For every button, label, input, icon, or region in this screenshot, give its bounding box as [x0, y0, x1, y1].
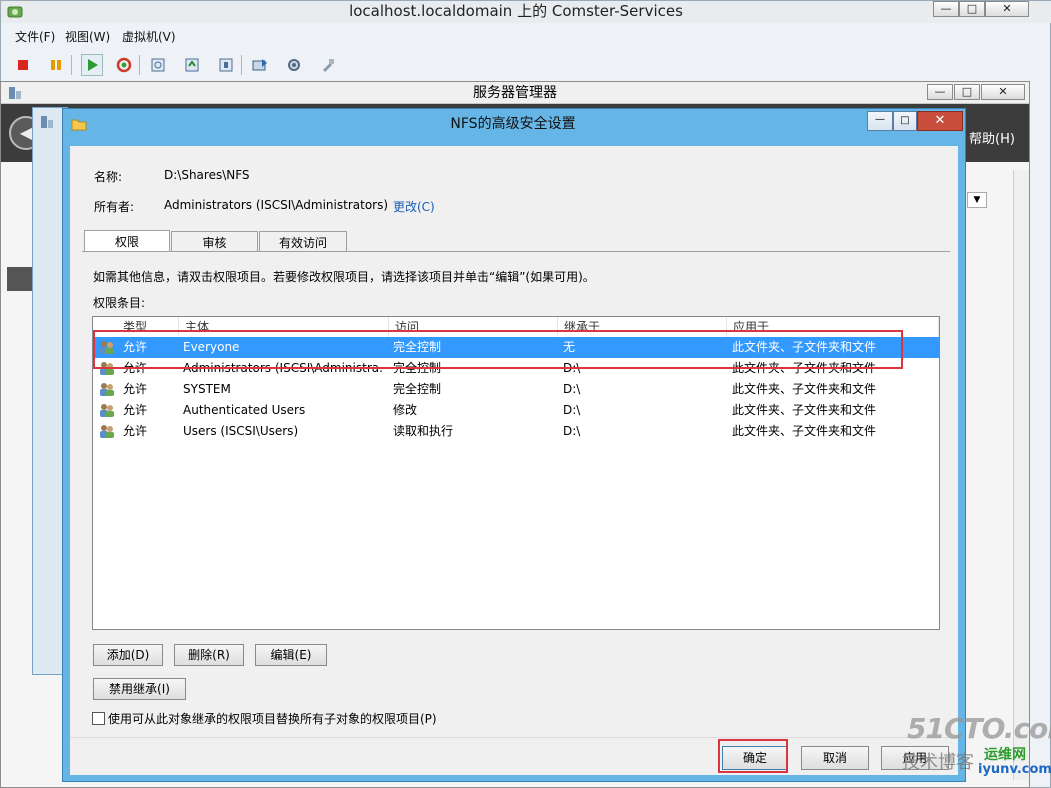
ctrl-alt-del-icon[interactable] [249, 54, 271, 76]
annotation-highlight-ok-button [718, 739, 788, 773]
start-icon[interactable] [81, 54, 103, 76]
watermark: 51CTO.com 技术博客 运维网 iyunv.com [880, 712, 1051, 788]
cell-principal: Users (ISCSI\Users) [183, 424, 299, 438]
watermark-extra2: iyunv.com [978, 762, 1051, 777]
menu-vm[interactable]: 虚拟机(V) [122, 27, 176, 47]
edit-button[interactable]: 编辑(E) [255, 644, 327, 666]
permission-row[interactable]: 允许 Authenticated Users 修改 D:\ 此文件夹、子文件夹和文件 [93, 400, 939, 421]
tab-auditing[interactable]: 审核 [171, 231, 258, 253]
properties-icon [39, 114, 55, 133]
snapshot-icon[interactable] [215, 54, 237, 76]
reset-icon[interactable] [113, 54, 135, 76]
user-group-icon [99, 424, 115, 439]
permission-row[interactable]: 允许 Users (ISCSI\Users) 读取和执行 D:\ 此文件夹、子文件夹和文… [93, 421, 939, 442]
tools-icon[interactable] [317, 54, 339, 76]
chevron-down-icon[interactable]: ▼ [967, 192, 987, 208]
menu-view[interactable]: 视图(W) [65, 27, 110, 47]
permission-row[interactable]: 允许 SYSTEM 完全控制 D:\ 此文件夹、子文件夹和文件 [93, 379, 939, 400]
dialog-client-area: 名称: D:\Shares\NFS 所有者: Administrators (I… [70, 146, 958, 775]
cell-applies-to: 此文件夹、子文件夹和文件 [732, 403, 877, 417]
cell-applies-to: 此文件夹、子文件夹和文件 [732, 424, 877, 438]
cell-access: 修改 [393, 403, 418, 417]
menu-file[interactable]: 文件(F) [15, 27, 55, 47]
help-menu[interactable]: 帮助(H) [969, 128, 1015, 147]
owner-value: Administrators (ISCSI\Administrators) [164, 198, 389, 212]
replace-child-permissions-checkbox[interactable] [92, 712, 105, 725]
cell-applies-to: 此文件夹、子文件夹和文件 [732, 382, 877, 396]
cell-type: 允许 [123, 382, 148, 396]
cell-principal: Authenticated Users [183, 403, 306, 417]
cell-type: 允许 [123, 424, 148, 438]
vm-menubar: 文件(F) 视图(W) 虚拟机(V) [1, 27, 1051, 47]
server-manager-title: 服务器管理器 [473, 85, 557, 101]
sm-maximize-button[interactable]: □ [954, 84, 980, 100]
dialog-minimize-button[interactable]: — [867, 111, 893, 131]
owner-label: 所有者: [94, 200, 135, 214]
toolbar-separator [71, 55, 72, 75]
stop-icon[interactable] [12, 54, 34, 76]
name-value: D:\Shares\NFS [164, 168, 250, 182]
info-text: 如需其他信息，请双击权限项目。若要修改权限项目，请选择该项目并单击“编辑”(如果… [93, 270, 595, 284]
tab-effective-access[interactable]: 有效访问 [259, 231, 347, 253]
remove-button[interactable]: 删除(R) [174, 644, 244, 666]
permission-entries-label: 权限条目: [93, 296, 146, 310]
cell-access: 完全控制 [393, 382, 442, 396]
disable-inheritance-button[interactable]: 禁用继承(I) [93, 678, 186, 700]
pause-icon[interactable] [45, 54, 67, 76]
watermark-blog: 技术博客 [902, 752, 974, 773]
server-manager-titlebar: 服务器管理器 — □ ✕ [1, 82, 1029, 104]
dialog-maximize-button[interactable]: □ [893, 111, 917, 131]
replace-child-permissions-label[interactable]: 使用可从此对象继承的权限项目替换所有子对象的权限项目(P) [108, 710, 437, 727]
cell-access: 读取和执行 [393, 424, 454, 438]
toolbar-separator [241, 55, 242, 75]
watermark-extra1: 运维网 [984, 747, 1026, 763]
settings-icon[interactable] [283, 54, 305, 76]
server-manager-scrollbar[interactable] [1013, 170, 1029, 780]
vm-maximize-button[interactable]: □ [959, 1, 985, 17]
vm-toolbar [1, 51, 1041, 79]
toolbar-separator [139, 55, 140, 75]
add-button[interactable]: 添加(D) [93, 644, 163, 666]
cell-inherited-from: D:\ [563, 424, 581, 438]
change-owner-link[interactable]: 更改(C) [393, 198, 435, 215]
vm-window-title: localhost.localdomain 上的 Comster-Service… [349, 2, 683, 20]
name-label: 名称: [94, 170, 123, 184]
annotation-highlight-everyone-row [93, 330, 903, 369]
checkpoint-icon[interactable] [147, 54, 169, 76]
vm-close-button[interactable]: ✕ [985, 1, 1029, 17]
user-group-icon [99, 403, 115, 418]
sidebar-selected-item[interactable] [7, 267, 33, 291]
cell-inherited-from: D:\ [563, 382, 581, 396]
user-group-icon [99, 382, 115, 397]
sm-close-button[interactable]: ✕ [981, 84, 1025, 100]
vm-minimize-button[interactable]: — [933, 1, 959, 17]
cell-type: 允许 [123, 403, 148, 417]
dialog-close-button[interactable]: ✕ [917, 111, 963, 131]
watermark-site: 51CTO.com [907, 712, 1051, 745]
revert-icon[interactable] [181, 54, 203, 76]
tab-permissions[interactable]: 权限 [84, 230, 170, 253]
sm-minimize-button[interactable]: — [927, 84, 953, 100]
cancel-button[interactable]: 取消 [801, 746, 869, 770]
vm-titlebar: localhost.localdomain 上的 Comster-Service… [1, 1, 1051, 23]
cell-principal: SYSTEM [183, 382, 231, 396]
cell-inherited-from: D:\ [563, 403, 581, 417]
advanced-security-dialog: NFS的高级安全设置 — □ ✕ 名称: D:\Shares\NFS 所有者: … [62, 108, 966, 782]
dialog-title: NFS的高级安全设置 [450, 116, 576, 132]
